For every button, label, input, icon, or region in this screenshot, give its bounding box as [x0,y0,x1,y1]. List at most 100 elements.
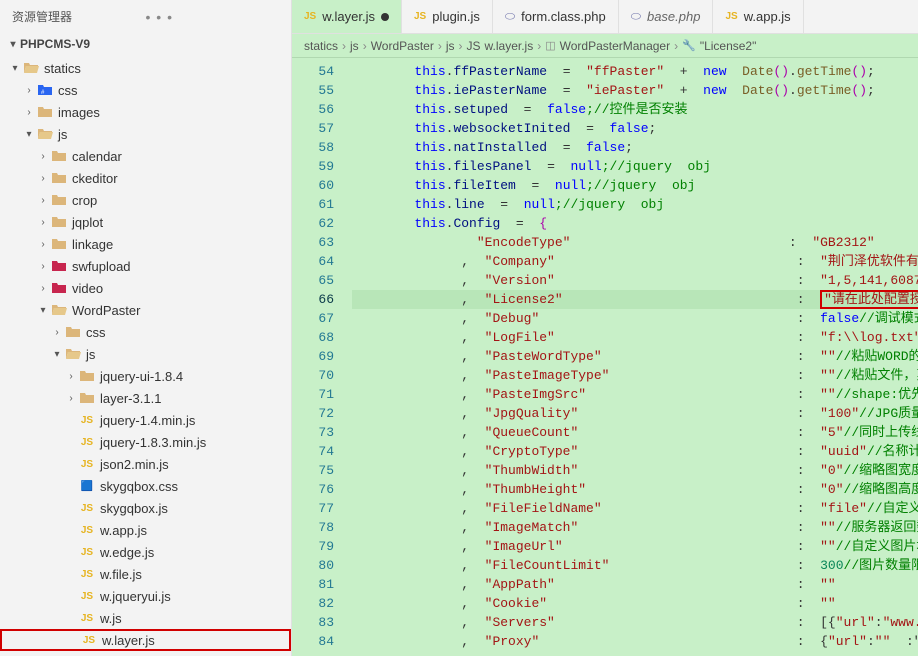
tree-file[interactable]: JSjson2.min.js [0,453,291,475]
tree-folder[interactable]: › jquery-ui-1.8.4 [0,365,291,387]
breadcrumb-segment[interactable]: "License2" [700,39,757,53]
tab-plugin-js[interactable]: JSplugin.js [402,0,493,33]
tree-file[interactable]: JSw.app.js [0,519,291,541]
tab-label: form.class.php [521,9,606,24]
line-number: 67 [292,309,334,328]
breadcrumb-segment[interactable]: js [446,39,455,53]
modified-dot-icon [381,13,389,21]
tree-file[interactable]: JSw.js [0,607,291,629]
breadcrumb-segment[interactable]: WordPaster [371,39,434,53]
tree-label: jquery-ui-1.8.4 [100,369,183,384]
line-number: 59 [292,157,334,176]
tree-label: w.js [100,611,122,626]
tab-form-class-php[interactable]: ⬭form.class.php [493,0,619,33]
js-file-icon: JS [725,11,737,22]
tree-folder[interactable]: ›layer-3.1.1 [0,387,291,409]
line-number: 83 [292,613,334,632]
line-number: 55 [292,81,334,100]
chevron-right-icon: › [459,39,463,53]
chevron-right-icon: › [674,39,678,53]
code-line: , "PasteImgSrc" : ""//shape:优先使用涉 [352,385,918,404]
chevron-icon: › [36,195,50,206]
project-name: PHPCMS-V9 [20,37,90,51]
property-icon: 🔧 [682,39,696,52]
js-file-icon: JS [78,569,96,580]
tree-file[interactable]: JSjquery-1.4.min.js [0,409,291,431]
tree-folder[interactable]: ›video [0,277,291,299]
tree-folder[interactable]: ▾js [0,123,291,145]
line-number: 60 [292,176,334,195]
tree-folder[interactable]: ▾js [0,343,291,365]
code-line: , "Version" : "1,5,141,60875" [352,271,918,290]
code-line: this.iePasterName = "iePaster" + new Dat… [352,81,918,100]
folder-icon [50,237,68,251]
tree-file[interactable]: JSw.file.js [0,563,291,585]
tree-folder[interactable]: ›#css [0,79,291,101]
tree-folder[interactable]: ▾statics [0,57,291,79]
tree-label: w.edge.js [100,545,154,560]
tree-label: jqplot [72,215,103,230]
code-content[interactable]: this.ffPasterName = "ffPaster" + new Dat… [352,58,918,656]
tree-label: jquery-1.8.3.min.js [100,435,206,450]
tree-label: w.app.js [100,523,147,538]
chevron-icon: ▾ [22,129,36,140]
code-line: this.fileItem = null;//jquery obj [352,176,918,195]
code-line: , "Debug" : false//调试模式 [352,309,918,328]
breadcrumb-segment[interactable]: js [350,39,359,53]
tab-base-php[interactable]: ⬭base.php [619,0,714,33]
project-header[interactable]: ▾ PHPCMS-V9 [0,33,291,55]
breadcrumb-segment[interactable]: w.layer.js [485,39,534,53]
tree-folder[interactable]: ›jqplot [0,211,291,233]
tree-folder[interactable]: ›linkage [0,233,291,255]
code-line: , "Company" : "荆门泽优软件有限公司" [352,252,918,271]
js-file-icon: JS [78,591,96,602]
tree-label: WordPaster [72,303,140,318]
tree-file[interactable]: JSjquery-1.8.3.min.js [0,431,291,453]
breadcrumb-segment[interactable]: WordPasterManager [560,39,671,53]
more-icon[interactable]: • • • [146,9,280,25]
tree-file[interactable]: 🟦skygqbox.css [0,475,291,497]
code-line: this.filesPanel = null;//jquery obj [352,157,918,176]
tree-file[interactable]: JSskygqbox.js [0,497,291,519]
tab-w-layer-js[interactable]: JSw.layer.js [292,0,402,33]
tree-folder[interactable]: ›ckeditor [0,167,291,189]
chevron-icon: › [36,283,50,294]
chevron-icon: ▾ [8,63,22,74]
code-line: this.line = null;//jquery obj [352,195,918,214]
line-number: 69 [292,347,334,366]
code-line: , "License2" : "请在此处配置授权码" [352,290,918,309]
folder-icon [78,369,96,383]
breadcrumb-segment[interactable]: statics [304,39,338,53]
code-editor[interactable]: 5455565758596061626364656667686970717273… [292,58,918,656]
tree-folder[interactable]: ▾ WordPaster [0,299,291,321]
tree-folder[interactable]: ›images [0,101,291,123]
chevron-icon: › [22,107,36,118]
tree-folder[interactable]: ›crop [0,189,291,211]
chevron-right-icon: › [537,39,541,53]
tree-folder[interactable]: ›calendar [0,145,291,167]
chevron-icon: ▾ [36,305,50,316]
code-line: this.setuped = false;//控件是否安装 [352,100,918,119]
folder-icon [50,259,68,273]
code-line: , "Cookie" : "" [352,594,918,613]
line-number: 84 [292,632,334,651]
breadcrumb[interactable]: statics›js›WordPaster›js›JSw.layer.js›◫W… [292,34,918,58]
tree-folder[interactable]: ›css [0,321,291,343]
css-file-icon: 🟦 [78,481,96,492]
tree-label: linkage [72,237,113,252]
tree-folder[interactable]: ›swfupload [0,255,291,277]
folder-open-icon [22,61,40,75]
js-file-icon: JS [78,547,96,558]
line-number: 68 [292,328,334,347]
tree-file[interactable]: JSw.layer.js [0,629,291,651]
line-number: 65 [292,271,334,290]
tree-file[interactable]: JSw.jqueryui.js [0,585,291,607]
line-number: 76 [292,480,334,499]
tree-label: ckeditor [72,171,118,186]
folder-icon [50,171,68,185]
chevron-icon: › [64,371,78,382]
chevron-icon: › [36,261,50,272]
file-tree: ▾statics›#css›images▾js›calendar›ckedito… [0,55,291,656]
tree-file[interactable]: JS w.edge.js [0,541,291,563]
tab-w-app-js[interactable]: JSw.app.js [713,0,803,33]
